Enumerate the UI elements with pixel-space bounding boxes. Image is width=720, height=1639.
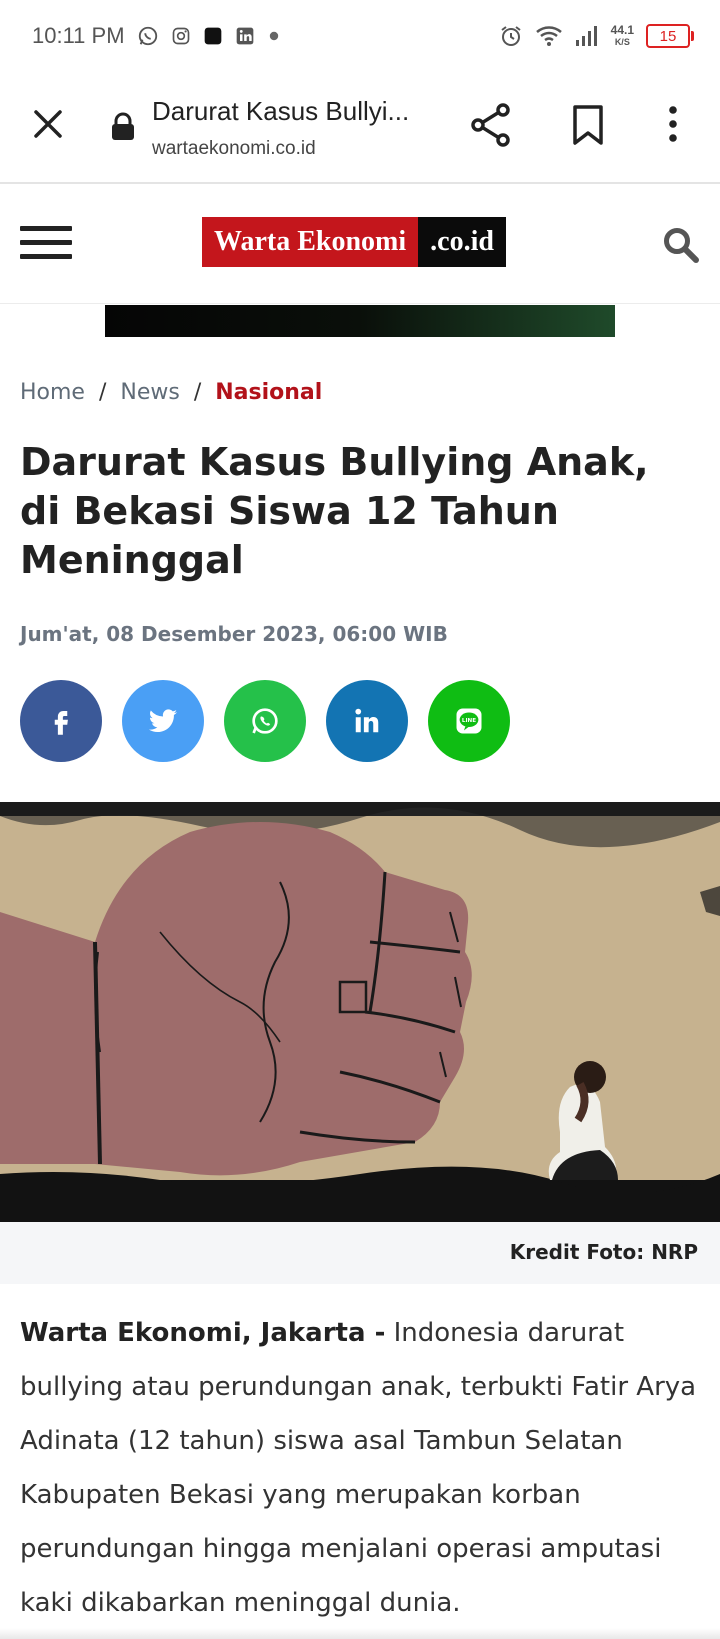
bookmark-icon[interactable] (570, 104, 606, 150)
article-body: Warta Ekonomi, Jakarta - Indonesia darur… (20, 1306, 705, 1630)
battery-level: 15 (659, 27, 677, 45)
whatsapp-notification-icon (137, 25, 159, 47)
browser-toolbar: Darurat Kasus Bullyi... wartaekonomi.co.… (0, 72, 720, 184)
social-share-row: LINE (20, 680, 510, 762)
site-header: Warta Ekonomi .co.id (0, 186, 720, 304)
article-body-text: Indonesia darurat bullying atau perundun… (20, 1318, 697, 1618)
logo-suffix: .co.id (418, 217, 506, 267)
linkedin-notification-icon (235, 26, 255, 46)
menu-hamburger-icon[interactable] (20, 226, 72, 262)
svg-text:LINE: LINE (462, 718, 476, 724)
share-facebook-button[interactable] (20, 680, 102, 762)
ad-banner[interactable] (105, 305, 615, 337)
alarm-icon (499, 24, 523, 48)
browser-domain[interactable]: wartaekonomi.co.id (152, 138, 316, 160)
linkedin-icon (355, 708, 379, 733)
site-logo[interactable]: Warta Ekonomi .co.id (202, 217, 506, 267)
breadcrumb-separator: / (98, 380, 107, 405)
battery-indicator: 15 (646, 24, 694, 48)
wifi-icon (535, 24, 563, 48)
status-bar: 10:11 PM 44.1 K/S 15 (0, 0, 720, 72)
bottom-edge (0, 1628, 720, 1639)
more-notifications-dot-icon (267, 29, 281, 43)
network-speed-value: 44.1 (610, 22, 634, 37)
article-date: Jum'at, 08 Desember 2023, 06:00 WIB (20, 622, 448, 646)
twitter-icon (148, 709, 178, 733)
share-twitter-button[interactable] (122, 680, 204, 762)
search-icon[interactable] (662, 226, 700, 268)
share-line-button[interactable]: LINE (428, 680, 510, 762)
share-icon[interactable] (470, 102, 512, 152)
share-linkedin-button[interactable] (326, 680, 408, 762)
instagram-notification-icon (171, 26, 191, 46)
close-tab-button[interactable] (28, 104, 68, 144)
breadcrumb-news[interactable]: News (120, 380, 179, 405)
network-speed: 44.1 K/S (610, 22, 634, 48)
article-headline: Darurat Kasus Bullying Anak, di Bekasi S… (20, 440, 649, 582)
article-lead-label: Warta Ekonomi, Jakarta - (20, 1318, 386, 1348)
line-icon: LINE (456, 708, 482, 734)
status-time: 10:11 PM (32, 23, 125, 48)
breadcrumb: Home / News / Nasional (20, 380, 322, 405)
breadcrumb-home[interactable]: Home (20, 380, 85, 405)
bullying-fist-illustration (0, 802, 720, 1222)
article-hero-image[interactable] (0, 802, 720, 1222)
breadcrumb-nasional[interactable]: Nasional (215, 380, 322, 405)
network-speed-unit: K/S (614, 36, 630, 47)
logo-primary: Warta Ekonomi (202, 217, 419, 267)
browser-page-title[interactable]: Darurat Kasus Bullyi... (152, 96, 409, 127)
lock-icon[interactable] (110, 112, 136, 146)
signal-icon (575, 25, 599, 47)
photo-caption-bar: Kredit Foto: NRP (0, 1222, 720, 1284)
more-options-icon[interactable] (665, 104, 681, 148)
share-whatsapp-button[interactable] (224, 680, 306, 762)
app-notification-icon (203, 26, 223, 46)
whatsapp-icon (252, 708, 278, 734)
photo-credit: Kredit Foto: NRP (509, 1240, 698, 1264)
facebook-icon (54, 711, 68, 735)
breadcrumb-separator: / (193, 380, 202, 405)
